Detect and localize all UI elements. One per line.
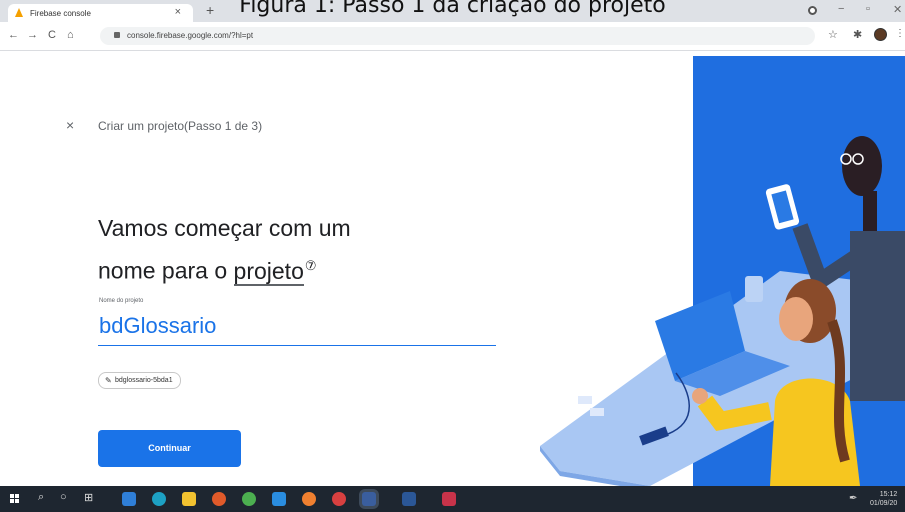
task-view-icon[interactable]: ⊞ [84,491,93,504]
pen-icon[interactable]: ✒ [849,493,857,504]
chrome-active-icon[interactable] [362,492,376,506]
browser-toolbar: ← → C ⌂ console.firebase.google.com/?hl=… [0,22,905,51]
url-text: console.firebase.google.com/?hl=pt [127,31,254,40]
app-icon[interactable] [212,492,226,506]
illustration [540,136,905,486]
file-explorer-icon[interactable] [182,492,196,506]
chrome-icon[interactable] [242,492,256,506]
paper [578,396,592,404]
clock[interactable]: 15:12 01/09/20 [870,490,897,508]
app-icon[interactable] [442,492,456,506]
lock-icon [114,32,120,38]
reload-button[interactable]: C [48,29,56,41]
word-icon[interactable] [402,492,416,506]
woman-shirt [770,378,860,486]
create-project-page: × Criar um projeto(Passo 1 de 3) Vamos c… [0,51,905,486]
edge-icon[interactable] [152,492,166,506]
address-bar[interactable]: console.firebase.google.com/?hl=pt [100,27,815,45]
cortana-icon[interactable]: ○ [60,491,67,503]
search-icon[interactable]: ⌕ [38,491,44,504]
paper [590,408,604,416]
home-button[interactable]: ⌂ [67,29,74,41]
opera-icon[interactable] [332,492,346,506]
bookmark-star-icon[interactable]: ☆ [828,28,838,41]
outlook-icon[interactable] [122,492,136,506]
extensions-icon[interactable]: ✱ [853,28,862,41]
firefox-icon[interactable] [302,492,316,506]
man-neck [863,191,877,231]
clock-time: 15:12 [879,491,898,498]
windows-taskbar: ⌕ ○ ⊞ ✒ 15:12 01/09/20 [0,486,905,512]
windows-start-icon[interactable] [10,494,20,504]
mug [745,276,763,302]
woman-hand [692,388,708,404]
profile-avatar[interactable] [874,28,887,41]
forward-button[interactable]: → [27,29,38,41]
clock-date: 01/09/20 [870,500,898,507]
vscode-icon[interactable] [272,492,286,506]
woman-face [779,297,813,341]
menu-icon[interactable]: ⋮ [895,28,905,39]
back-button[interactable]: ← [8,29,19,41]
figure-caption: Figura 1: Passo 1 da criação do projeto [239,0,666,18]
man-head [842,136,882,196]
